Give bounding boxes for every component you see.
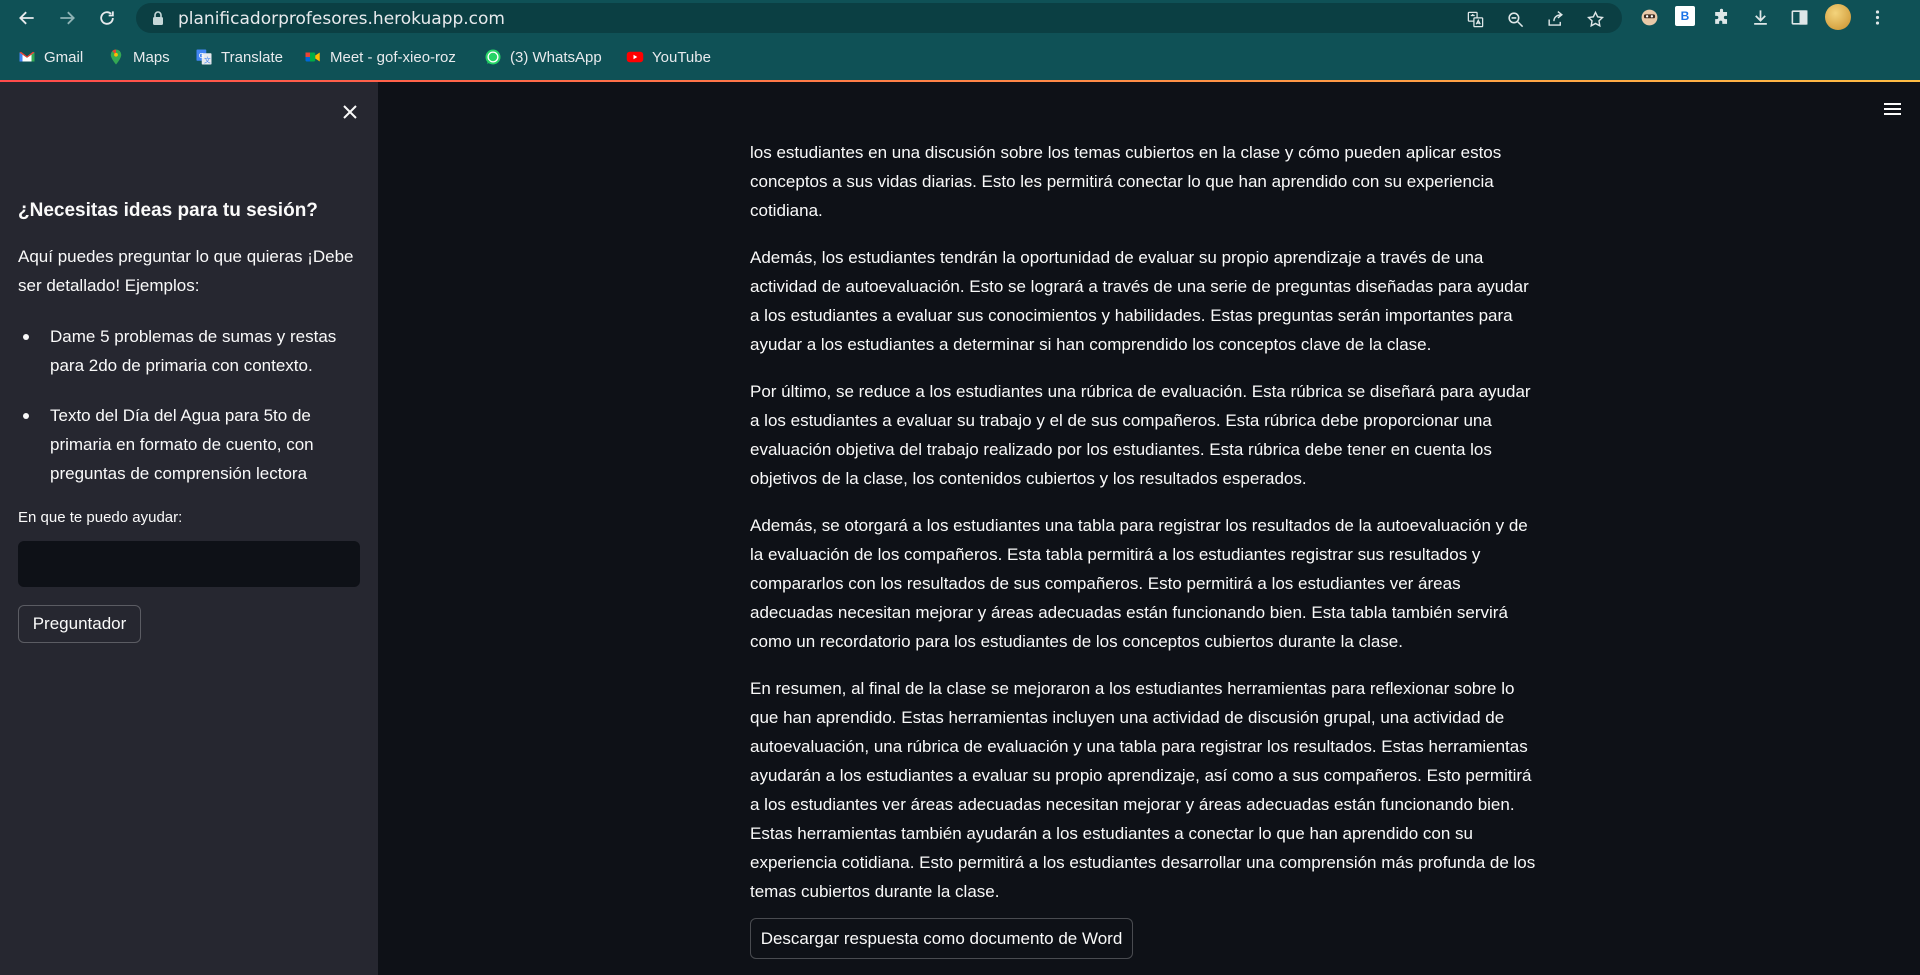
bookmark-label: Translate: [221, 48, 283, 66]
download-icon[interactable]: [1747, 6, 1773, 28]
bookmark-gmail[interactable]: Gmail: [18, 44, 83, 70]
address-bar[interactable]: planificadorprofesores.herokuapp.com: [136, 3, 1622, 33]
response-paragraph: los estudiantes en una discusión sobre l…: [750, 143, 1502, 220]
bookmark-label: (3) WhatsApp: [510, 48, 602, 66]
example-item: Dame 5 problemas de sumas y restas para …: [18, 322, 358, 380]
meet-icon: [304, 48, 322, 66]
zoom-icon[interactable]: [1502, 8, 1528, 30]
share-icon[interactable]: [1542, 8, 1568, 30]
bookmark-whatsapp[interactable]: (3) WhatsApp: [484, 44, 602, 70]
lock-icon[interactable]: [150, 10, 166, 26]
response-paragraph: Además, se otorgará a los estudiantes un…: [750, 516, 1528, 651]
question-input-label: En que te puedo ayudar:: [18, 509, 183, 526]
example-item: Texto del Día del Agua para 5to de prima…: [18, 401, 358, 488]
ask-button[interactable]: Preguntador: [18, 605, 141, 643]
bookmark-label: Meet - gof-xieo-roz: [330, 48, 456, 66]
side-panel-icon[interactable]: [1786, 6, 1812, 28]
reload-icon[interactable]: [94, 6, 120, 30]
bookmarks-bar: Gmail Maps G文 Translate Meet - gof-xieo-…: [0, 44, 1920, 70]
sidebar-intro: Aquí puedes preguntar lo que quieras ¡De…: [18, 247, 354, 295]
browser-toolbar: planificadorprofesores.herokuapp.com B: [0, 0, 1920, 36]
sidebar: ¿Necesitas ideas para tu sesión? Aquí pu…: [0, 82, 378, 975]
bookmark-label: Maps: [133, 48, 170, 66]
response-paragraph: En resumen, al final de la clase se mejo…: [750, 679, 1536, 901]
main-menu-icon[interactable]: [1882, 100, 1904, 118]
maps-icon: [107, 48, 125, 66]
response-paragraph: Por último, se reduce a los estudiantes …: [750, 382, 1531, 488]
extension-b-icon[interactable]: B: [1675, 6, 1695, 26]
browser-menu-icon[interactable]: [1864, 6, 1890, 28]
browser-chrome: planificadorprofesores.herokuapp.com B G…: [0, 0, 1920, 82]
bookmark-maps[interactable]: Maps: [107, 44, 170, 70]
extension-face-icon[interactable]: [1636, 6, 1662, 28]
download-word-button[interactable]: Descargar respuesta como documento de Wo…: [750, 918, 1133, 959]
bookmark-label: Gmail: [44, 48, 84, 66]
bookmark-translate[interactable]: G文 Translate: [195, 44, 283, 70]
gmail-icon: [18, 48, 36, 66]
translate-icon: G文: [195, 48, 213, 66]
bookmark-meet[interactable]: Meet - gof-xieo-roz: [304, 44, 456, 70]
svg-text:文: 文: [204, 55, 211, 64]
close-sidebar-icon[interactable]: [338, 100, 362, 124]
youtube-icon: [626, 48, 644, 66]
sidebar-title: ¿Necesitas ideas para tu sesión?: [18, 200, 318, 221]
examples-list: Dame 5 problemas de sumas y restas para …: [18, 322, 358, 509]
whatsapp-icon: [484, 48, 502, 66]
extensions-puzzle-icon[interactable]: [1708, 6, 1734, 28]
back-icon[interactable]: [14, 6, 40, 30]
question-input[interactable]: [18, 541, 360, 587]
profile-avatar[interactable]: [1825, 4, 1851, 30]
url-text[interactable]: planificadorprofesores.herokuapp.com: [178, 9, 505, 29]
response-content: los estudiantes en una discusión sobre l…: [750, 138, 1536, 924]
forward-icon[interactable]: [54, 6, 80, 30]
bookmark-star-icon[interactable]: [1582, 8, 1608, 30]
bookmark-label: YouTube: [652, 48, 711, 66]
translate-page-icon[interactable]: [1462, 8, 1488, 30]
svg-text:G: G: [199, 52, 204, 60]
response-paragraph: Además, los estudiantes tendrán la oport…: [750, 248, 1529, 354]
bookmark-youtube[interactable]: YouTube: [626, 44, 711, 70]
